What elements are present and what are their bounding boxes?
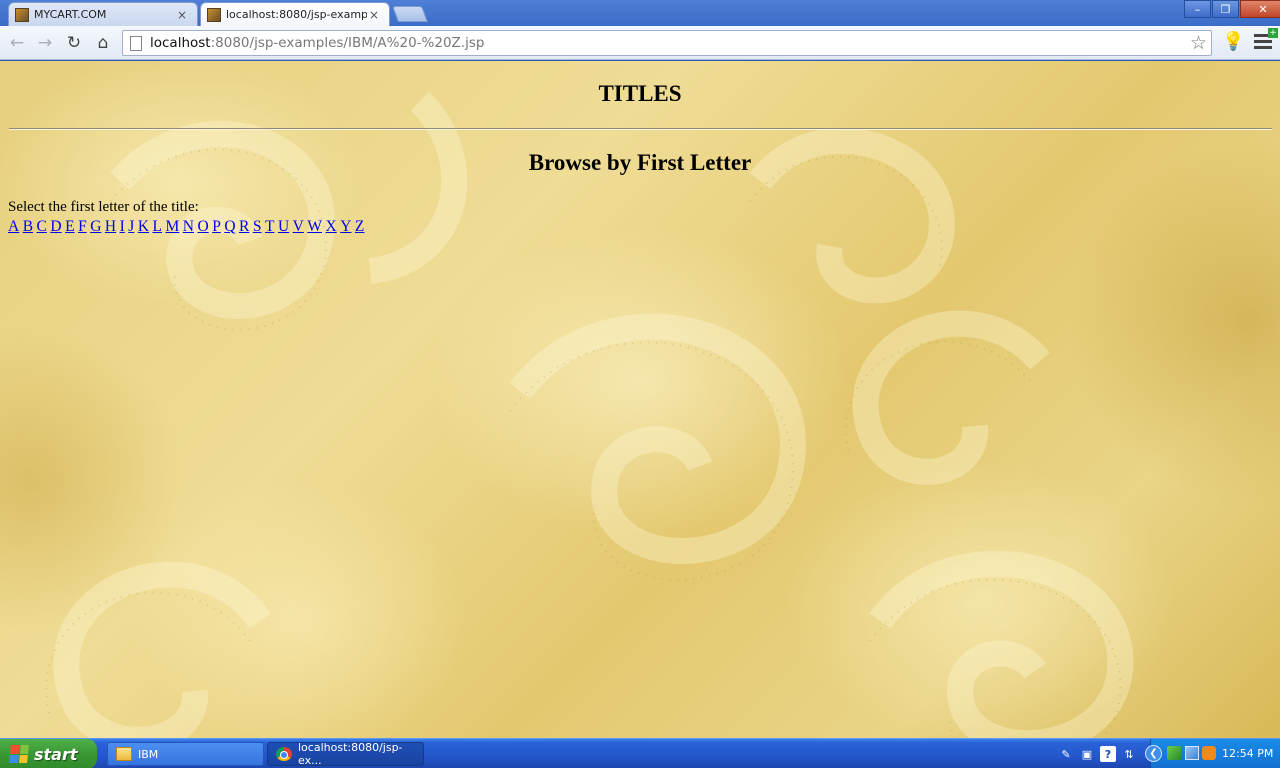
letter-link-a[interactable]: A	[8, 218, 19, 235]
section-heading: Browse by First Letter	[528, 150, 752, 175]
close-window-button[interactable]: ✕	[1240, 0, 1280, 18]
reload-button[interactable]: ↻	[63, 32, 85, 54]
windows-logo-icon	[9, 745, 29, 763]
taskbar-item-ibm[interactable]: IBM	[107, 742, 264, 766]
restore-button[interactable]: ❐	[1212, 0, 1239, 18]
letter-link-b[interactable]: B	[23, 218, 33, 235]
update-badge-icon: +	[1268, 28, 1278, 38]
letter-link-g[interactable]: G	[90, 218, 101, 235]
url-host: localhost	[150, 35, 211, 51]
page-icon	[130, 35, 142, 51]
site-favicon-icon	[15, 7, 29, 22]
start-label: start	[34, 744, 78, 764]
letter-link-h[interactable]: H	[105, 218, 116, 235]
start-button[interactable]: start	[0, 739, 97, 768]
minimize-button[interactable]: –	[1184, 0, 1211, 18]
letter-link-f[interactable]: F	[78, 218, 87, 235]
browser-toolbar: ← → ↻ ⌂ localhost:8080/jsp-examples/IBM/…	[0, 26, 1280, 60]
letter-link-v[interactable]: V	[293, 218, 304, 235]
taskbar-item-browser[interactable]: localhost:8080/jsp-ex...	[267, 741, 424, 767]
taskbar-item-label: IBM	[138, 747, 159, 761]
tab-strip: MYCART.COM × localhost:8080/jsp-examples…	[0, 0, 1280, 26]
address-url[interactable]: localhost:8080/jsp-examples/IBM/A%20-%20…	[150, 35, 484, 51]
letter-link-e[interactable]: E	[65, 218, 74, 235]
tab-mycart[interactable]: MYCART.COM ×	[8, 2, 198, 26]
folder-icon	[116, 747, 132, 761]
help-icon[interactable]: ?	[1100, 746, 1116, 762]
network-connection-icon[interactable]	[1185, 746, 1199, 760]
letter-link-j[interactable]: J	[128, 218, 134, 235]
letter-link-r[interactable]: R	[239, 218, 249, 235]
page-viewport: TITLES Browse by First Letter Select the…	[0, 61, 1280, 738]
home-button[interactable]: ⌂	[92, 32, 114, 54]
window-controls: – ❐ ✕	[1183, 0, 1280, 18]
horizontal-divider	[9, 128, 1272, 130]
letter-index: ABCDEFGHIJKLMNOPQRSTUVWXYZ	[8, 218, 368, 236]
tray-expand-icon[interactable]: ❮	[1145, 745, 1162, 762]
forward-button[interactable]: →	[34, 32, 56, 54]
tray-update-icon[interactable]	[1202, 746, 1216, 760]
tab-close-icon[interactable]: ×	[175, 8, 189, 22]
lightbulb-icon[interactable]: 💡	[1222, 31, 1244, 52]
tab-localhost[interactable]: localhost:8080/jsp-examples ×	[200, 2, 390, 26]
letter-link-n[interactable]: N	[183, 218, 194, 235]
letter-link-z[interactable]: Z	[355, 218, 364, 235]
letter-link-w[interactable]: W	[307, 218, 322, 235]
instruction-text: Select the first letter of the title:	[8, 199, 199, 215]
back-button[interactable]: ←	[6, 32, 28, 54]
tray-app-icon[interactable]	[1167, 746, 1181, 760]
tab-title: localhost:8080/jsp-examples	[226, 8, 367, 21]
new-tab-button[interactable]	[392, 6, 428, 22]
page-title: TITLES	[598, 81, 682, 106]
letter-link-y[interactable]: Y	[340, 218, 351, 235]
letter-link-u[interactable]: U	[278, 218, 289, 235]
letter-link-x[interactable]: X	[326, 218, 337, 235]
pen-tool-icon[interactable]: ✎	[1058, 746, 1074, 762]
letter-link-c[interactable]: C	[37, 218, 47, 235]
display-settings-icon[interactable]: ▣	[1079, 746, 1095, 762]
letter-link-m[interactable]: M	[165, 218, 179, 235]
tab-close-icon[interactable]: ×	[367, 8, 381, 22]
letter-link-s[interactable]: S	[253, 218, 262, 235]
site-favicon-icon	[207, 7, 221, 22]
letter-link-o[interactable]: O	[197, 218, 208, 235]
chrome-icon	[276, 747, 292, 761]
address-bar[interactable]: localhost:8080/jsp-examples/IBM/A%20-%20…	[122, 30, 1212, 56]
bookmark-star-icon[interactable]: ☆	[1190, 32, 1207, 54]
url-path: :8080/jsp-examples/IBM/A%20-%20Z.jsp	[210, 35, 485, 51]
quick-tray-icons: ✎ ▣ ? ⇅	[1058, 746, 1137, 762]
network-arrows-icon[interactable]: ⇅	[1121, 746, 1137, 762]
taskbar-clock: 12:54 PM	[1222, 747, 1274, 760]
letter-link-p[interactable]: P	[212, 218, 221, 235]
letter-link-i[interactable]: I	[120, 218, 125, 235]
letter-link-t[interactable]: T	[265, 218, 274, 235]
tab-title: MYCART.COM	[34, 8, 107, 21]
taskbar-item-label: localhost:8080/jsp-ex...	[298, 741, 403, 767]
letter-link-k[interactable]: K	[138, 218, 149, 235]
taskbar: start IBM localhost:8080/jsp-ex... ✎ ▣ ?…	[0, 738, 1280, 768]
letter-link-d[interactable]: D	[50, 218, 61, 235]
letter-link-l[interactable]: L	[153, 218, 162, 235]
letter-link-q[interactable]: Q	[224, 218, 235, 235]
